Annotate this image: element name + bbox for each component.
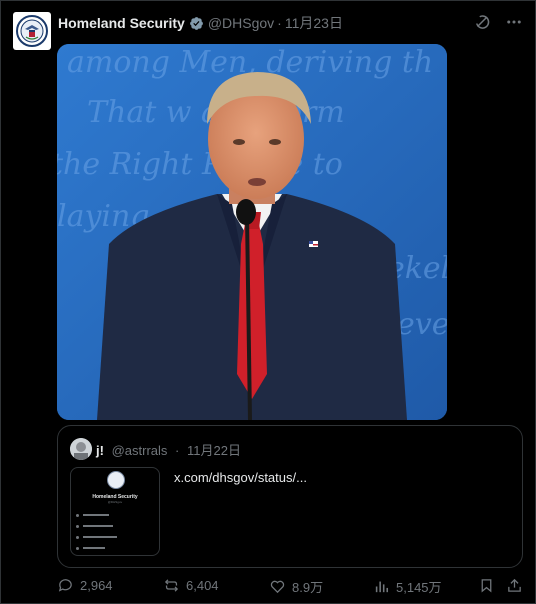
like-button[interactable]: 8.9万 <box>269 577 323 596</box>
reply-icon <box>58 579 72 592</box>
share-button[interactable] <box>506 577 523 594</box>
thumb-subtitle: @DHSgov <box>107 500 123 504</box>
tweet-header: Homeland Security @DHSgov · 11月23日 <box>58 13 343 33</box>
thumb-list-row <box>76 523 113 529</box>
backdrop-text-line: eve <box>397 307 447 342</box>
dhs-seal-icon <box>16 15 48 47</box>
views-button[interactable]: 5,145万 <box>373 577 442 596</box>
bookmark-button[interactable] <box>478 577 495 594</box>
like-count: 8.9万 <box>292 580 324 595</box>
author-name[interactable]: Homeland Security <box>58 15 185 31</box>
bookmark-icon <box>481 579 492 593</box>
quote-header: j! @astrrals · 11月22日 <box>96 440 241 459</box>
reply-count: 2,964 <box>80 578 113 593</box>
views-count: 5,145万 <box>396 580 442 595</box>
quote-separator: · <box>175 443 180 458</box>
tweet-media-image[interactable]: among Men, deriving th That w any Form t… <box>57 44 447 420</box>
quote-link-text[interactable]: x.com/dhsgov/status/... <box>174 470 307 485</box>
tweet-timestamp[interactable]: 11月23日 <box>285 13 343 33</box>
repost-icon <box>164 579 179 592</box>
header-actions <box>473 13 523 31</box>
thumb-list-row <box>76 534 117 540</box>
grok-icon[interactable] <box>473 13 491 31</box>
header-separator: · <box>277 15 282 31</box>
action-bar: 2,964 6,404 8.9万 5,145万 <box>57 577 523 599</box>
repost-button[interactable]: 6,404 <box>163 577 219 594</box>
share-icon <box>508 578 521 592</box>
debate-photo: among Men, deriving th That w any Form t… <box>57 44 447 420</box>
thumb-seal-icon <box>107 471 125 489</box>
author-handle[interactable]: @DHSgov <box>208 15 274 31</box>
thumb-list-row <box>76 545 105 551</box>
like-icon <box>270 580 285 594</box>
author-avatar[interactable] <box>13 12 51 50</box>
thumb-list-row <box>76 512 109 518</box>
quote-thumbnail[interactable]: Homeland Security @DHSgov <box>70 467 160 556</box>
quote-author-name[interactable]: j! <box>96 443 104 458</box>
quote-author-avatar[interactable] <box>70 438 92 460</box>
reply-button[interactable]: 2,964 <box>57 577 113 594</box>
quoted-tweet[interactable]: j! @astrrals · 11月22日 Homeland Security … <box>57 425 523 568</box>
views-icon <box>375 581 389 593</box>
quote-timestamp[interactable]: 11月22日 <box>187 443 241 458</box>
quote-author-handle[interactable]: @astrrals <box>112 443 168 458</box>
repost-count: 6,404 <box>186 578 219 593</box>
verified-badge-icon <box>189 16 204 31</box>
more-icon[interactable] <box>505 13 523 31</box>
tweet-card[interactable]: Homeland Security @DHSgov · 11月23日 among… <box>0 0 536 604</box>
